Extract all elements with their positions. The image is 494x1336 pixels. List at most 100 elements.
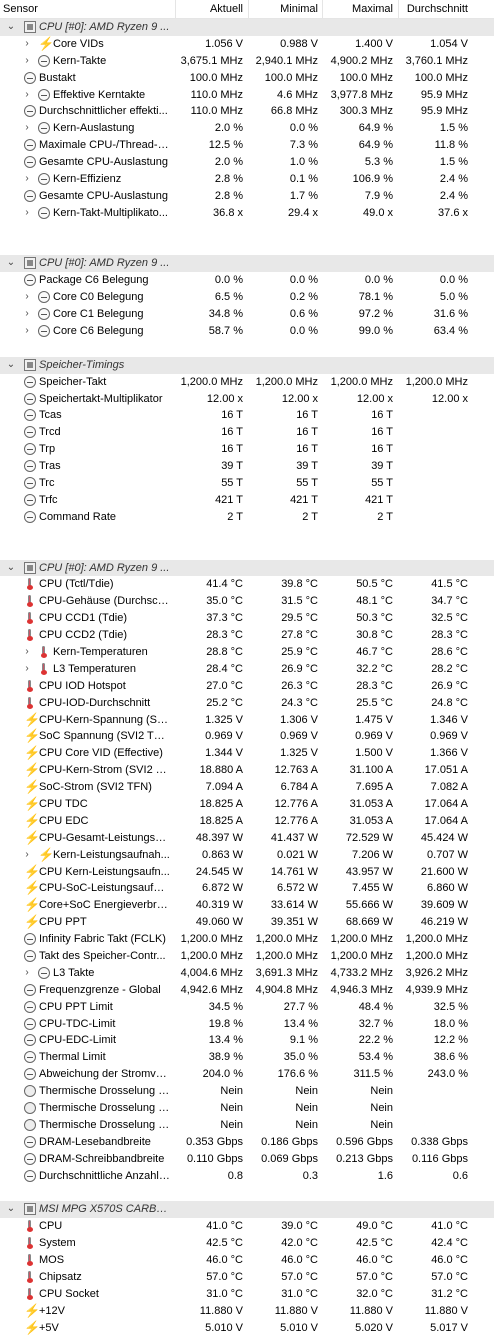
sensor-row[interactable]: Package C6 Belegung 0.0 % 0.0 % 0.0 % 0.0 % bbox=[0, 272, 494, 289]
sensor-row[interactable]: Thermische Drosselung (... Nein Nein Nein bbox=[0, 1083, 494, 1100]
sensor-row[interactable]: › Effektive Kerntakte 110.0 MHz 4.6 MHz 3,97… bbox=[0, 87, 494, 104]
sensor-row[interactable]: › ⚡ Core VIDs 1.056 V 0.988 V 1.400 V 1.054 V bbox=[0, 36, 494, 53]
collapse-chevron-icon[interactable]: ⌄ bbox=[6, 1201, 16, 1218]
sensor-row[interactable]: Trfc 421 T 421 T 421 T bbox=[0, 492, 494, 509]
expand-chevron-icon[interactable]: › bbox=[22, 87, 32, 104]
sensor-row[interactable]: Trc 55 T 55 T 55 T bbox=[0, 475, 494, 492]
sensor-row[interactable]: ⚡ CPU Core VID (Effective) 1.344 V 1.325 V 1… bbox=[0, 745, 494, 762]
expand-chevron-icon[interactable]: › bbox=[22, 323, 32, 340]
sensor-row[interactable]: ⚡ CPU-SoC-Leistungsaufna... 6.872 W 6.572 W… bbox=[0, 880, 494, 897]
sensor-row[interactable]: › Core C6 Belegung 58.7 % 0.0 % 99.0 % 63.4 % bbox=[0, 323, 494, 340]
sensor-group-row[interactable]: ⌄ MSI MPG X570S CARBON... bbox=[0, 1201, 494, 1219]
sensor-row[interactable]: Durchschnittlicher effekti... 110.0 MHz 66… bbox=[0, 103, 494, 120]
expand-chevron-icon[interactable]: › bbox=[22, 847, 32, 864]
sensor-row[interactable]: Speicher-Takt 1,200.0 MHz 1,200.0 MHz 1,200… bbox=[0, 374, 494, 391]
sensor-group-row[interactable]: ⌄ CPU [#0]: AMD Ryzen 9 ... bbox=[0, 559, 494, 577]
sensor-group-row[interactable]: ⌄ Speicher-Timings bbox=[0, 356, 494, 374]
thermometer-icon bbox=[24, 1237, 36, 1250]
column-header-average[interactable]: Durchschnitt bbox=[399, 0, 468, 18]
sensor-row[interactable]: ⚡ CPU-Gesamt-Leistungsau... 48.397 W 41.437… bbox=[0, 830, 494, 847]
sensor-row[interactable]: System 42.5 °C 42.0 °C 42.5 °C 42.4 °C bbox=[0, 1235, 494, 1252]
sensor-row[interactable]: Infinity Fabric Takt (FCLK) 1,200.0 MHz 1,… bbox=[0, 931, 494, 948]
sensor-row[interactable]: Frequenzgrenze - Global 4,942.6 MHz 4,904.… bbox=[0, 982, 494, 999]
sensor-row[interactable]: Chipsatz 57.0 °C 57.0 °C 57.0 °C 57.0 °C bbox=[0, 1269, 494, 1286]
collapse-chevron-icon[interactable]: ⌄ bbox=[6, 357, 16, 374]
expand-chevron-icon[interactable]: › bbox=[22, 661, 32, 678]
sensor-row[interactable]: CPU CCD1 (Tdie) 37.3 °C 29.5 °C 50.3 °C 32.5… bbox=[0, 610, 494, 627]
expand-chevron-icon[interactable]: › bbox=[22, 53, 32, 70]
sensor-row[interactable]: CPU (Tctl/Tdie) 41.4 °C 39.8 °C 50.5 °C 41.5… bbox=[0, 576, 494, 593]
sensor-row[interactable]: › Kern-Takte 3,675.1 MHz 2,940.1 MHz 4,900.2… bbox=[0, 53, 494, 70]
sensor-group-row[interactable]: ⌄ CPU [#0]: AMD Ryzen 9 ... bbox=[0, 19, 494, 36]
sensor-row[interactable]: Tcas 16 T 16 T 16 T bbox=[0, 407, 494, 424]
expand-chevron-icon[interactable]: › bbox=[22, 205, 32, 222]
column-header-min[interactable]: Minimal bbox=[249, 0, 318, 18]
sensor-row[interactable]: DRAM-Schreibbandbreite 0.110 Gbps 0.069 Gb… bbox=[0, 1151, 494, 1168]
expand-chevron-icon[interactable]: › bbox=[22, 289, 32, 306]
sensor-row[interactable]: CPU PPT Limit 34.5 % 27.7 % 48.4 % 32.5 % bbox=[0, 999, 494, 1016]
sensor-row[interactable]: ⚡ Core+SoC Energieverbra... 40.319 W 33.614… bbox=[0, 897, 494, 914]
sensor-row[interactable]: ⚡ CPU PPT 49.060 W 39.351 W 68.669 W 46.219 W bbox=[0, 914, 494, 931]
column-header-sensor[interactable]: Sensor bbox=[3, 0, 38, 18]
sensor-row[interactable]: Abweichung der Stromve... 204.0 % 176.6 % 3… bbox=[0, 1066, 494, 1083]
sensor-row[interactable]: › Kern-Takt-Multiplikato... 36.8 x 29.4 x 49… bbox=[0, 205, 494, 222]
sensor-row[interactable]: CPU IOD Hotspot 27.0 °C 26.3 °C 28.3 °C 26.9… bbox=[0, 678, 494, 695]
sensor-row[interactable]: ⚡ SoC-Strom (SVI2 TFN) 7.094 A 6.784 A 7.695… bbox=[0, 779, 494, 796]
sensor-row[interactable]: Trp 16 T 16 T 16 T bbox=[0, 441, 494, 458]
column-header-max[interactable]: Maximal bbox=[323, 0, 393, 18]
expand-chevron-icon[interactable]: › bbox=[22, 306, 32, 323]
sensor-row[interactable]: Speichertakt-Multiplikator 12.00 x 12.00 x… bbox=[0, 391, 494, 408]
sensor-row[interactable]: Maximale CPU-/Thread-A... 12.5 % 7.3 % 64.9… bbox=[0, 137, 494, 154]
sensor-row[interactable]: Durchschnittliche Anzahl ... 0.8 0.3 1.6 0.6 bbox=[0, 1168, 494, 1185]
sensor-row[interactable]: ⚡ CPU TDC 18.825 A 12.776 A 31.053 A 17.064 A bbox=[0, 796, 494, 813]
sensor-row[interactable]: › Kern-Auslastung 2.0 % 0.0 % 64.9 % 1.5 % bbox=[0, 120, 494, 137]
sensor-row[interactable]: Gesamte CPU-Auslastung 2.8 % 1.7 % 7.9 % 2.4… bbox=[0, 188, 494, 205]
sensor-row[interactable]: › Core C1 Belegung 34.8 % 0.6 % 97.2 % 31.6 % bbox=[0, 306, 494, 323]
sensor-group-row[interactable]: ⌄ CPU [#0]: AMD Ryzen 9 ... bbox=[0, 255, 494, 273]
sensor-row[interactable]: CPU-EDC-Limit 13.4 % 9.1 % 22.2 % 12.2 % bbox=[0, 1032, 494, 1049]
sensor-row[interactable]: ⚡ CPU Kern-Leistungsaufn... 24.545 W 14.761… bbox=[0, 864, 494, 881]
sensor-row[interactable]: ⚡ CPU-Kern-Spannung (SVI... 1.325 V 1.306 V… bbox=[0, 712, 494, 729]
expand-chevron-icon[interactable]: › bbox=[22, 120, 32, 137]
sensor-row[interactable]: Gesamte CPU-Auslastung 2.0 % 1.0 % 5.3 % 1.5… bbox=[0, 154, 494, 171]
collapse-chevron-icon[interactable]: ⌄ bbox=[6, 19, 16, 36]
sensor-row[interactable]: CPU-IOD-Durchschnitt 25.2 °C 24.3 °C 25.5 °… bbox=[0, 695, 494, 712]
sensor-row[interactable]: › ⚡ Kern-Leistungsaufnah... 0.863 W 0.021 W 7… bbox=[0, 847, 494, 864]
expand-chevron-icon[interactable]: › bbox=[22, 171, 32, 188]
sensor-row[interactable]: Thermische Drosselung (... Nein Nein Nein bbox=[0, 1117, 494, 1134]
collapse-chevron-icon[interactable]: ⌄ bbox=[6, 560, 16, 577]
sensor-row[interactable]: CPU CCD2 (Tdie) 28.3 °C 27.8 °C 30.8 °C 28.3… bbox=[0, 627, 494, 644]
sensor-row[interactable]: CPU-TDC-Limit 19.8 % 13.4 % 32.7 % 18.0 % bbox=[0, 1016, 494, 1033]
sensor-row[interactable]: Bustakt 100.0 MHz 100.0 MHz 100.0 MHz 100.0 … bbox=[0, 70, 494, 87]
sensor-row[interactable]: DRAM-Lesebandbreite 0.353 Gbps 0.186 Gbps 0… bbox=[0, 1134, 494, 1151]
sensor-row[interactable]: Takt des Speicher-Contr... 1,200.0 MHz 1,2… bbox=[0, 948, 494, 965]
sensor-row[interactable]: › Core C0 Belegung 6.5 % 0.2 % 78.1 % 5.0 % bbox=[0, 289, 494, 306]
sensor-row[interactable]: › L3 Takte 4,004.6 MHz 3,691.3 MHz 4,733.2 M… bbox=[0, 965, 494, 982]
sensor-row[interactable]: CPU Socket 31.0 °C 31.0 °C 32.0 °C 31.2 °C bbox=[0, 1286, 494, 1303]
expand-chevron-icon[interactable]: › bbox=[22, 36, 32, 53]
sensor-row[interactable]: Thermische Drosselung (... Nein Nein Nein bbox=[0, 1100, 494, 1117]
sensor-row[interactable]: ⚡ CPU EDC 18.825 A 12.776 A 31.053 A 17.064 A bbox=[0, 813, 494, 830]
sensor-table: ⌄ CPU [#0]: AMD Ryzen 9 ... › ⚡ Core VIDs 1.0… bbox=[0, 19, 494, 1336]
sensor-row[interactable]: Tras 39 T 39 T 39 T bbox=[0, 458, 494, 475]
sensor-row[interactable]: ⚡ CPU-Kern-Strom (SVI2 TFN) 18.880 A 12.763… bbox=[0, 762, 494, 779]
value-current: 6.5 % bbox=[214, 291, 243, 304]
value-average: 3,926.2 MHz bbox=[405, 966, 468, 979]
sensor-row[interactable]: ⚡ +5V 5.010 V 5.010 V 5.020 V 5.017 V bbox=[0, 1320, 494, 1336]
sensor-row[interactable]: › Kern-Effizienz 2.8 % 0.1 % 106.9 % 2.4 % bbox=[0, 171, 494, 188]
sensor-row[interactable]: CPU 41.0 °C 39.0 °C 49.0 °C 41.0 °C bbox=[0, 1218, 494, 1235]
sensor-row[interactable]: › L3 Temperaturen 28.4 °C 26.9 °C 32.2 °C 28.… bbox=[0, 661, 494, 678]
sensor-row[interactable]: MOS 46.0 °C 46.0 °C 46.0 °C 46.0 °C bbox=[0, 1252, 494, 1269]
sensor-row[interactable]: ⚡ SoC Spannung (SVI2 TFN) 0.969 V 0.969 V 0.… bbox=[0, 728, 494, 745]
sensor-row[interactable]: CPU-Gehäuse (Durchsch... 35.0 °C 31.5 °C 48… bbox=[0, 593, 494, 610]
sensor-row[interactable]: › Kern-Temperaturen 28.8 °C 25.9 °C 46.7 °C 2… bbox=[0, 644, 494, 661]
value-min: 29.4 x bbox=[288, 206, 318, 219]
sensor-row[interactable]: ⚡ +12V 11.880 V 11.880 V 11.880 V 11.880 V bbox=[0, 1303, 494, 1320]
sensor-row[interactable]: Thermal Limit 38.9 % 35.0 % 53.4 % 38.6 % bbox=[0, 1049, 494, 1066]
expand-chevron-icon[interactable]: › bbox=[22, 965, 32, 982]
column-header-current[interactable]: Aktuell bbox=[176, 0, 243, 18]
expand-chevron-icon[interactable]: › bbox=[22, 644, 32, 661]
sensor-row[interactable]: Trcd 16 T 16 T 16 T bbox=[0, 424, 494, 441]
sensor-row[interactable]: Command Rate 2 T 2 T 2 T bbox=[0, 509, 494, 526]
collapse-chevron-icon[interactable]: ⌄ bbox=[6, 255, 16, 272]
